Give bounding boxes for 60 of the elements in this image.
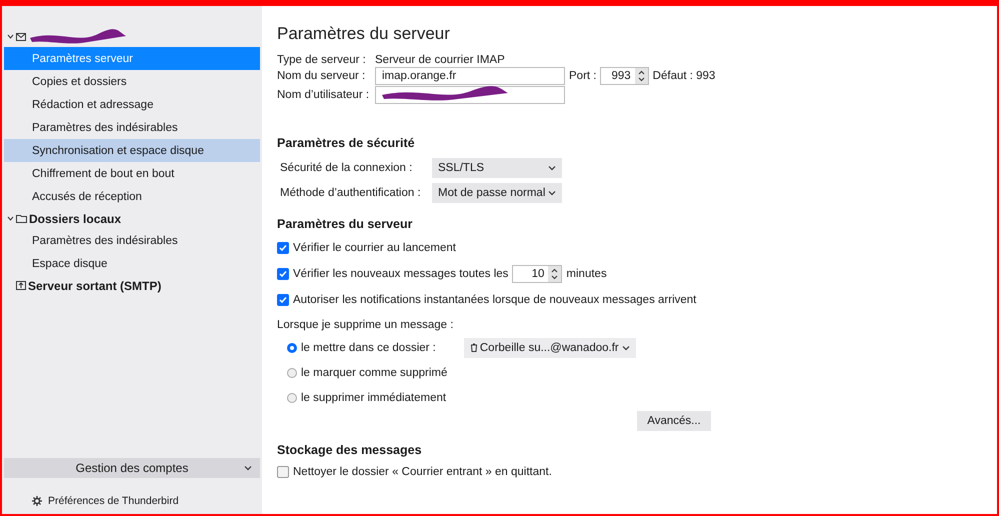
field-label: Type de serveur : [277, 54, 367, 66]
trash-icon [470, 343, 478, 352]
checkbox[interactable] [277, 466, 289, 478]
radio-label[interactable]: le supprimer immédiatement [301, 392, 446, 404]
page-title: Paramètres du serveur [277, 24, 451, 44]
server-type: Serveur de courrier IMAP [375, 54, 506, 66]
field-label: Nom du serveur : [277, 70, 366, 82]
field-label: Port : [569, 70, 596, 82]
dropdown[interactable]: Mot de passe normal [432, 183, 562, 203]
twisty-icon[interactable] [7, 216, 14, 221]
chevron-icon [622, 344, 630, 350]
folder-dropdown[interactable]: Corbeille su...@wanadoo.fr [464, 338, 636, 358]
sidebar-item[interactable]: Paramètres des indésirables [4, 116, 260, 139]
sidebar-item[interactable]: Chiffrement de bout en bout [4, 162, 260, 185]
radio-label[interactable]: le mettre dans ce dossier : [301, 342, 436, 354]
radio-button[interactable] [287, 392, 297, 402]
twisty-icon[interactable] [7, 34, 14, 39]
field-label: Méthode d’authentification : [280, 187, 422, 199]
option-label: Lorsque je supprime un message : [277, 319, 454, 331]
field-label: Sécurité de la connexion : [280, 162, 414, 174]
section-heading: Paramètres de sécurité [277, 136, 416, 150]
checkbox-label[interactable]: Autoriser les notifications instantanées lorsque de nouveaux messages arrivent [293, 294, 696, 306]
folder-icon [16, 214, 27, 223]
outbox-icon [16, 281, 26, 290]
port-spinner[interactable]: 993 [600, 67, 649, 85]
dropdown[interactable]: SSL/TLS [432, 158, 562, 178]
unit-label: minutes [566, 268, 607, 280]
account-label[interactable]: Serveur sortant (SMTP) [28, 278, 162, 292]
input-field[interactable]: imap.orange.fr [375, 67, 565, 85]
radio-button[interactable] [287, 342, 297, 352]
radio-button[interactable] [287, 368, 297, 378]
sidebar-item[interactable]: Copies et dossiers [4, 70, 260, 93]
sidebar-item[interactable]: Rédaction et adressage [4, 93, 260, 116]
interval-spinner[interactable]: 10 [512, 265, 562, 283]
gear-icon [32, 496, 42, 506]
section-heading: Stockage des messages [277, 443, 423, 457]
checkbox[interactable] [277, 294, 289, 306]
sidebar-item[interactable]: Synchronisation et espace disque [4, 139, 260, 162]
sidebar-item[interactable]: Paramètres des indésirables [4, 229, 260, 252]
preferences-link[interactable]: Préférences de Thunderbird [48, 495, 179, 507]
advanced-button[interactable]: Avancés... [637, 411, 711, 431]
checkbox-label[interactable]: Vérifier les nouveaux messages toutes les [293, 268, 508, 280]
account-actions-dropdown[interactable]: Gestion des comptes [4, 458, 260, 478]
input-field[interactable] [375, 86, 565, 104]
section-heading: Paramètres du serveur [277, 217, 414, 231]
checkbox[interactable] [277, 268, 289, 280]
chevron-icon [548, 190, 556, 196]
checkbox[interactable] [277, 242, 289, 254]
account-label[interactable]: Dossiers locaux [29, 212, 122, 226]
sidebar-item[interactable]: Espace disque [4, 252, 260, 275]
chevron-icon [244, 465, 252, 471]
default-port: Défaut : 993 [652, 70, 716, 82]
field-label: Nom d’utilisateur : [277, 89, 370, 101]
radio-label[interactable]: le marquer comme supprimé [301, 366, 448, 378]
sidebar-item[interactable]: Paramètres serveur [4, 47, 260, 70]
checkbox-label[interactable]: Nettoyer le dossier « Courrier entrant » en quittant. [293, 466, 552, 478]
sidebar-item[interactable]: Accusés de réception [4, 185, 260, 208]
checkbox-label[interactable]: Vérifier le courrier au lancement [293, 242, 456, 254]
chevron-icon [548, 165, 556, 171]
envelope-icon [16, 32, 26, 40]
